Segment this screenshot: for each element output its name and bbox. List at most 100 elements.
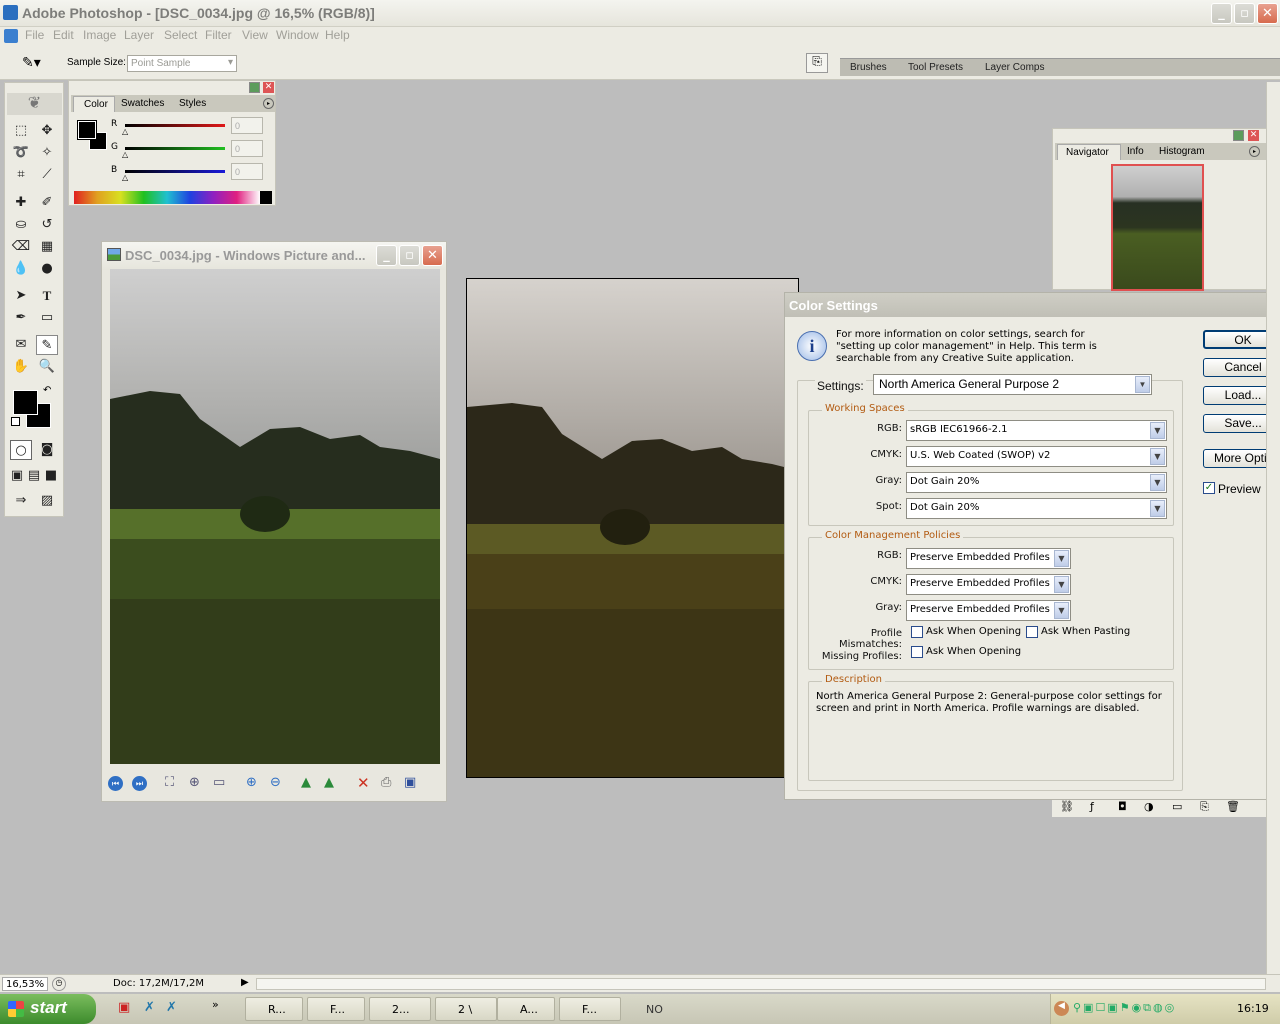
layer-style-icon[interactable]: ƒ [1090,800,1094,813]
zoom-field[interactable]: 16,53% [2,977,48,991]
screen-mode-full-icon[interactable]: ■ [42,466,60,486]
channel-b-field[interactable] [231,163,263,180]
menu-file[interactable]: File [25,28,44,42]
actual-size-icon[interactable]: ⊕ [189,775,200,790]
link-layers-icon[interactable]: ⛓ [1060,800,1074,813]
ws-spot-dropdown[interactable]: Dot Gain 20% ▼ [906,498,1167,519]
channel-r-field[interactable] [231,117,263,134]
well-tab-brushes[interactable]: Brushes [850,62,887,73]
gradient-tool-icon[interactable]: ▦ [36,237,58,257]
history-brush-icon[interactable]: ↺ [36,215,58,235]
status-icon[interactable]: ◷ [52,977,66,991]
tab-info[interactable]: Info [1127,146,1144,157]
zoom-tool-icon[interactable]: 🔍 [36,357,58,377]
ask-when-pasting-checkbox[interactable] [1026,626,1038,638]
brush-tool-icon[interactable]: ✐ [36,193,58,213]
menu-image[interactable]: Image [83,28,116,42]
quicklaunch-app-icon[interactable]: ▣ [118,1000,130,1015]
ws-gray-dropdown[interactable]: Dot Gain 20% ▼ [906,472,1167,493]
marquee-tool-icon[interactable]: ⬚ [10,121,32,141]
channel-b-slider[interactable] [125,170,225,173]
viewer-close-button[interactable]: ✕ [422,245,443,266]
menu-filter[interactable]: Filter [205,28,232,42]
task-button-6[interactable]: F... [559,997,621,1021]
previous-image-icon[interactable]: ⏮ [108,776,123,791]
palette-minimize-icon[interactable] [249,82,260,93]
layer-mask-icon[interactable]: ◘ [1118,800,1127,813]
ask-when-opening-missing-label[interactable]: Ask When Opening [926,646,1021,657]
menu-select[interactable]: Select [164,28,197,42]
tray-icons[interactable]: ⚲▣☐▣⚑◉⧉◍◎ [1073,1001,1176,1015]
navigator-menu-icon[interactable]: ▸ [1249,146,1260,157]
ws-cmyk-dropdown[interactable]: U.S. Web Coated (SWOP) v2 ▼ [906,446,1167,467]
new-group-icon[interactable]: ▭ [1172,800,1182,813]
minimize-button[interactable]: _ [1211,3,1232,24]
shape-tool-icon[interactable]: ▭ [36,308,58,328]
vertical-scrollbar[interactable] [1266,82,1280,974]
start-button[interactable]: start [0,994,96,1024]
menu-layer[interactable]: Layer [124,28,154,42]
quicklaunch-x-icon[interactable]: ✗ [144,1000,155,1015]
ask-when-opening-mismatch-label[interactable]: Ask When Opening [926,626,1021,637]
sample-size-select[interactable]: Point Sample ▾ [127,55,237,72]
fg-color-box[interactable] [77,120,97,140]
well-tab-tool-presets[interactable]: Tool Presets [908,62,963,73]
task-button-5[interactable]: A... [497,997,555,1021]
tab-color[interactable]: Color [73,96,115,112]
tray-back-icon[interactable]: ◀ [1054,1001,1069,1016]
ask-when-opening-mismatch-checkbox[interactable] [911,626,923,638]
channel-b-thumb[interactable]: △ [122,173,128,182]
task-button-4[interactable]: 2 \ [435,997,497,1021]
tab-navigator[interactable]: Navigator [1057,144,1121,160]
maximize-button[interactable]: ▫ [1234,3,1255,24]
preview-checkbox[interactable]: ✓ [1203,482,1215,494]
adjustment-layer-icon[interactable]: ◑ [1144,800,1154,813]
blur-tool-icon[interactable]: 💧 [10,259,32,279]
jump-to-imageready-icon[interactable]: ⇒ [10,491,32,511]
stamp-tool-icon[interactable]: ⛀ [10,215,32,235]
ps-menu-icon[interactable] [4,29,18,43]
zoom-out-icon[interactable]: ⊖ [270,775,281,790]
pen-tool-icon[interactable]: ✒ [10,308,32,328]
eraser-tool-icon[interactable]: ⌫ [10,237,32,257]
eyedropper-tool-preset-icon[interactable]: ✎▾ [22,55,41,71]
dodge-tool-icon[interactable]: ● [36,259,58,279]
viewer-minimize-button[interactable]: _ [376,245,397,266]
document-canvas[interactable] [466,278,799,778]
navigator-minimize-icon[interactable] [1233,130,1244,141]
policy-cmyk-dropdown[interactable]: Preserve Embedded Profiles ▼ [906,574,1071,595]
menu-view[interactable]: View [242,28,268,42]
magic-wand-icon[interactable]: ✧ [36,143,58,163]
ask-when-opening-missing-checkbox[interactable] [911,646,923,658]
channel-g-thumb[interactable]: △ [122,150,128,159]
hand-tool-icon[interactable]: ✋ [10,357,32,377]
quick-mask-icon[interactable]: ◙ [36,440,58,460]
feather-logo-icon[interactable]: ❦ [7,93,62,115]
foreground-color-swatch[interactable] [13,390,38,415]
new-layer-icon[interactable]: ⎘ [1200,800,1209,814]
viewer-maximize-button[interactable]: ▫ [399,245,420,266]
swap-colors-icon[interactable]: ↶ [43,385,51,396]
menu-edit[interactable]: Edit [53,28,74,42]
well-tab-layer-comps[interactable]: Layer Comps [985,62,1044,73]
color-ramp[interactable] [74,191,272,204]
delete-layer-icon[interactable]: 🗑 [1226,800,1240,813]
task-button-3[interactable]: 2... [369,997,431,1021]
standard-mode-icon[interactable]: ○ [10,440,32,460]
crop-tool-icon[interactable]: ⌗ [10,165,32,185]
language-indicator[interactable]: NO [646,1003,663,1016]
palette-menu-icon[interactable]: ▸ [263,98,274,109]
print-icon[interactable]: ⎙ [381,775,391,790]
quicklaunch-more-icon[interactable]: » [212,998,219,1011]
quicklaunch-x2-icon[interactable]: ✗ [166,1000,177,1015]
zoom-in-icon[interactable]: ⊕ [246,775,257,790]
tab-styles[interactable]: Styles [179,98,206,109]
notes-tool-icon[interactable]: ✉ [10,335,32,355]
channel-r-slider[interactable] [125,124,225,127]
palette-well-icon[interactable]: ⎘ [806,53,828,73]
save-icon[interactable]: ▣ [404,775,416,790]
preview-label[interactable]: Preview [1218,482,1261,496]
channel-g-field[interactable] [231,140,263,157]
menu-help[interactable]: Help [325,28,350,42]
type-tool-icon[interactable]: T [36,286,58,306]
